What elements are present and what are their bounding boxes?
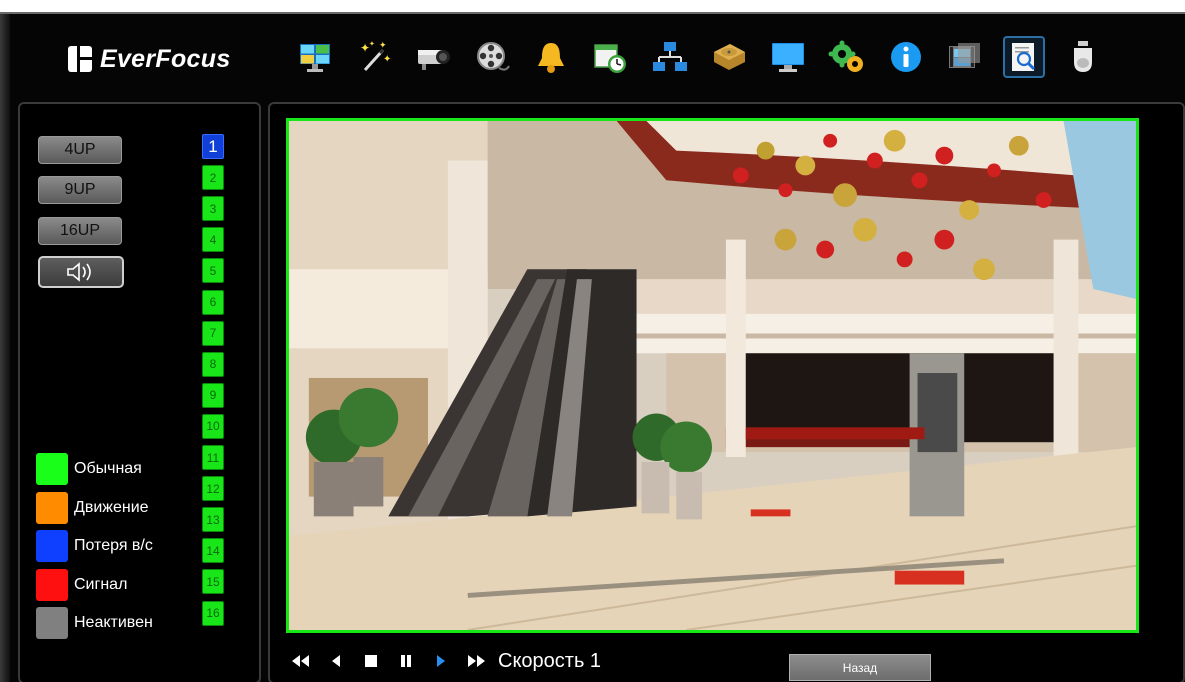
channel-button-4[interactable]: 4 (202, 227, 224, 253)
camera-icon[interactable] (412, 36, 454, 78)
main-panel: Скорость 1 Назад (268, 102, 1185, 682)
svg-text:✦: ✦ (383, 54, 391, 65)
legend-label: Движение (74, 498, 149, 516)
system-settings-icon[interactable] (826, 36, 868, 78)
fast-forward-icon (468, 655, 485, 667)
pause-button[interactable] (393, 648, 419, 674)
legend-swatch (36, 491, 68, 524)
channel-button-16[interactable]: 16 (202, 600, 224, 626)
channel-button-14[interactable]: 14 (202, 538, 224, 564)
hdd-icon[interactable] (708, 36, 750, 78)
brand-logo: EverFocus (68, 42, 231, 76)
channel-button-2[interactable]: 2 (202, 165, 224, 191)
channel-button-8[interactable]: 8 (202, 351, 224, 377)
header-bar: EverFocus ✦ ✦ ✦ ✦ (10, 14, 1185, 100)
legend-swatch (36, 530, 68, 562)
left-panel: 4UP 9UP 16UP 1 2 3 4 5 6 7 8 9 10 11 12 13 14 15 16 Обы… (18, 102, 261, 682)
dvr-window: EverFocus ✦ ✦ ✦ ✦ 4UP 9UP 16UP 1 2 3 4 5… (0, 12, 1185, 682)
step-back-icon (332, 655, 340, 667)
display-icon[interactable] (767, 36, 809, 78)
search-icon[interactable] (1003, 36, 1046, 78)
svg-text:✦: ✦ (379, 40, 387, 50)
channel-button-9[interactable]: 9 (202, 382, 224, 408)
legend-label: Неактивен (74, 614, 153, 631)
channel-button-10[interactable]: 10 (202, 413, 224, 439)
svg-text:✦: ✦ (369, 40, 375, 48)
legend-label: Сигнал (74, 575, 128, 593)
channel-button-3[interactable]: 3 (202, 196, 224, 222)
playback-speed-label: Скорость 1 (498, 649, 602, 672)
layout-4up-button[interactable]: 4UP (38, 136, 122, 164)
step-back-button[interactable] (323, 648, 349, 674)
wizard-icon[interactable]: ✦ ✦ ✦ ✦ (353, 36, 395, 78)
main-toolbar: ✦ ✦ ✦ ✦ (294, 36, 1121, 84)
legend-swatch (36, 453, 68, 485)
pause-icon (401, 655, 411, 667)
video-view[interactable] (286, 118, 1139, 633)
channel-button-12[interactable]: 12 (202, 476, 224, 502)
stop-button[interactable] (358, 648, 384, 674)
channel-button-11[interactable]: 11 (202, 445, 224, 470)
back-button[interactable]: Назад (789, 654, 931, 681)
channel-button-1[interactable]: 1 (202, 134, 224, 159)
layout-16up-button[interactable]: 16UP (38, 217, 122, 245)
play-icon (437, 655, 445, 667)
channel-button-7[interactable]: 7 (202, 320, 224, 346)
channel-button-15[interactable]: 15 (202, 569, 224, 595)
legend-swatch (36, 568, 68, 601)
layout-9up-button[interactable]: 9UP (38, 176, 122, 204)
stop-icon (365, 655, 377, 667)
info-icon[interactable] (885, 36, 927, 78)
playback-controls: Скорость 1 (288, 648, 601, 674)
live-view-icon[interactable] (294, 36, 336, 78)
record-reel-icon[interactable] (471, 36, 513, 78)
speaker-icon (67, 262, 91, 282)
channel-button-6[interactable]: 6 (202, 289, 224, 315)
fast-rewind-button[interactable] (288, 648, 314, 674)
playback-icon[interactable] (944, 36, 986, 78)
play-button[interactable] (428, 648, 454, 674)
legend-label: Обычная (74, 460, 142, 477)
everfocus-logo-icon (68, 46, 92, 72)
channel-button-13[interactable]: 13 (202, 507, 224, 533)
schedule-icon[interactable] (589, 36, 631, 78)
fast-forward-button[interactable] (463, 648, 489, 674)
alarm-bell-icon[interactable] (530, 36, 572, 78)
channel-button-5[interactable]: 5 (202, 258, 224, 284)
camera-feed-image (289, 121, 1136, 630)
legend-label: Потеря в/с (74, 537, 153, 554)
audio-button[interactable] (38, 256, 124, 288)
network-icon[interactable] (649, 36, 691, 78)
ptz-dome-icon[interactable] (1062, 36, 1104, 78)
fast-rewind-icon (292, 655, 309, 667)
brand-name: EverFocus (100, 44, 231, 73)
legend-swatch (36, 607, 68, 639)
